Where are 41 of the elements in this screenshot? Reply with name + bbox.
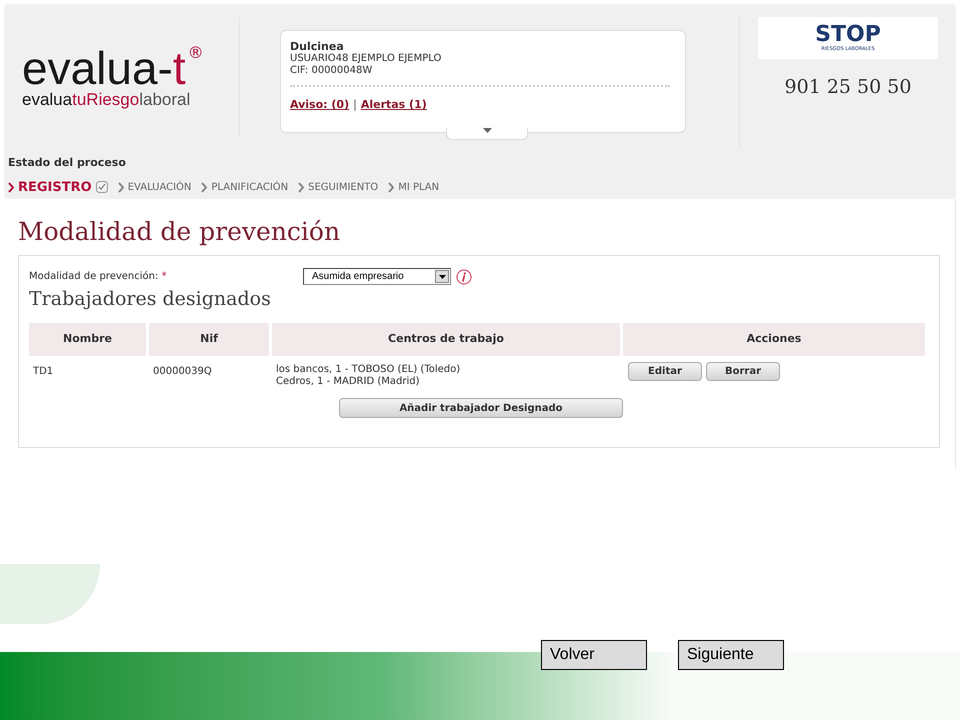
chevron-icon (201, 182, 208, 193)
alertas-link[interactable]: Alertas (1) (360, 97, 427, 114)
evalua-t-logo: evalua-t® evaluatuRiesgolaboral (4, 16, 240, 137)
checkbox-checked-icon (96, 181, 108, 194)
process-step[interactable]: MI PLAN (388, 180, 440, 195)
table-cell-text: TD1 (32, 365, 54, 379)
chevron-icon (388, 182, 394, 193)
process-title: Estado del proceso (7, 155, 127, 171)
cif-text: CIF: 00000048W (290, 65, 374, 77)
process-step[interactable]: REGISTRO (8, 178, 108, 197)
back-button[interactable]: Volver (541, 640, 647, 670)
caret-icon (482, 128, 492, 133)
table-cell-text: 00000039Q (152, 365, 213, 379)
link-separator: | (353, 97, 357, 113)
column-header: Acciones (623, 323, 925, 356)
aviso-link[interactable]: Aviso: (0) (290, 97, 350, 114)
modalidad-select[interactable]: Asumida empresario (303, 268, 451, 285)
section-title: Trabajadores designados (29, 287, 272, 311)
field-label: Modalidad de prevención: * (29, 270, 168, 284)
page-title: Modalidad de prevención (18, 217, 342, 247)
user-name: USUARIO48 EJEMPLO EJEMPLO (290, 53, 442, 65)
add-worker-button[interactable]: Añadir trabajador Designado (339, 398, 623, 418)
table-cell-text: Cedros, 1 - MADRID (Madrid) (276, 376, 420, 388)
column-header: Nombre (29, 323, 146, 356)
process-step[interactable]: SEGUIMIENTO (298, 180, 378, 195)
expand-tab[interactable] (446, 128, 528, 140)
process-step[interactable]: PLANIFICACIÓN (201, 180, 288, 195)
column-header: Nif (149, 323, 269, 356)
chevron-icon (298, 182, 304, 193)
column-header: Centros de trabajo (272, 323, 620, 356)
chevron-icon (118, 182, 124, 193)
company-name: Dulcinea (290, 40, 345, 53)
delete-button[interactable]: Borrar (706, 362, 780, 381)
caret-icon (438, 274, 446, 278)
process-step[interactable]: EVALUACIÓN (118, 180, 192, 195)
next-button[interactable]: Siguiente (678, 640, 784, 670)
edit-button[interactable]: Editar (628, 362, 702, 381)
phone-number: 901 25 50 50 (784, 75, 912, 100)
table-cell-text: los bancos, 1 - TOBOSO (EL) (Toledo) (276, 364, 462, 376)
chevron-icon (8, 182, 14, 193)
info-icon[interactable] (456, 268, 472, 284)
